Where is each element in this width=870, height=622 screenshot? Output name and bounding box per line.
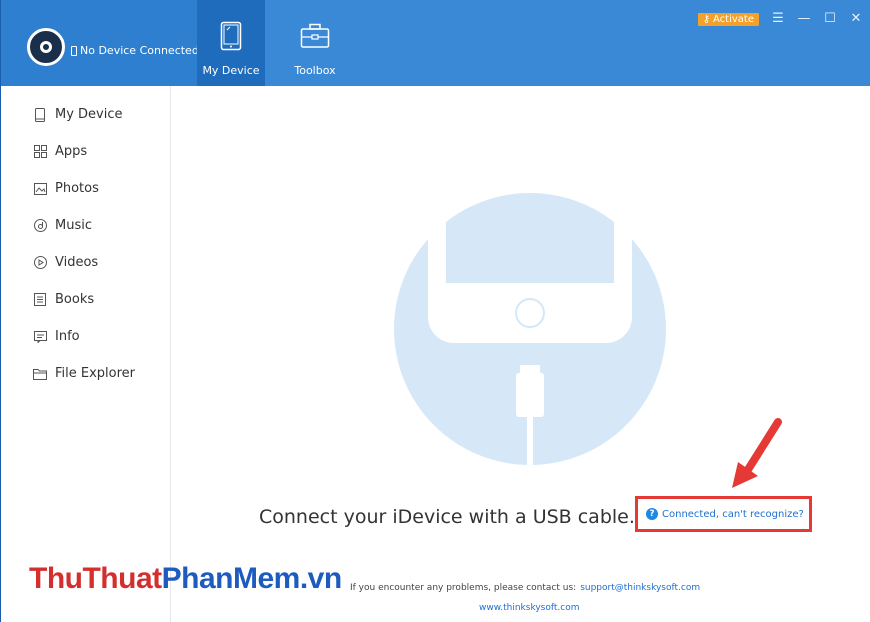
folder-icon: [33, 367, 47, 381]
title-bar: No Device Connected My Device Toolbox ⚷ …: [1, 0, 870, 86]
tablet-icon: [216, 20, 246, 52]
watermark-part1: ThuThuat: [29, 562, 162, 595]
app-window: No Device Connected My Device Toolbox ⚷ …: [0, 0, 870, 622]
sidebar: My Device Apps Photos Music Videos Books…: [9, 86, 171, 622]
footer-contact: If you encounter any problems, please co…: [350, 583, 700, 593]
connect-device-illustration: [394, 193, 666, 465]
sidebar-item-music[interactable]: Music: [9, 207, 170, 244]
books-icon: [33, 293, 47, 307]
info-icon: [33, 330, 47, 344]
close-icon[interactable]: ✕: [849, 12, 863, 26]
device-status-panel: No Device Connected: [1, 0, 199, 86]
tab-toolbox[interactable]: Toolbox: [281, 0, 349, 86]
watermark-logo: ThuThuatPhanMem.vn: [29, 562, 342, 596]
sidebar-item-books[interactable]: Books: [9, 281, 170, 318]
cant-recognize-label: Connected, can't recognize?: [662, 508, 804, 520]
question-icon: ?: [646, 508, 658, 520]
sidebar-item-info[interactable]: Info: [9, 318, 170, 355]
support-email-link[interactable]: support@thinkskysoft.com: [580, 583, 700, 593]
music-icon: [33, 219, 47, 233]
minimize-icon[interactable]: —: [797, 12, 811, 26]
app-logo-icon: [27, 28, 65, 66]
website-link[interactable]: www.thinkskysoft.com: [479, 603, 580, 613]
tab-my-device-label: My Device: [202, 64, 260, 77]
activate-button[interactable]: ⚷ Activate: [697, 12, 759, 26]
device-status-text: No Device Connected: [80, 44, 199, 57]
device-status: No Device Connected: [71, 44, 199, 57]
sidebar-item-label: File Explorer: [55, 366, 136, 381]
sidebar-item-photos[interactable]: Photos: [9, 170, 170, 207]
activate-label: Activate: [713, 13, 754, 25]
window-controls: ⚷ Activate ☰ — ☐ ✕: [697, 12, 863, 26]
tab-my-device[interactable]: My Device: [197, 0, 265, 86]
watermark-part2: PhanMem.vn: [161, 562, 343, 595]
sidebar-item-apps[interactable]: Apps: [9, 133, 170, 170]
sidebar-item-label: Apps: [55, 144, 88, 159]
main-content: Connect your iDevice with a USB cable. ?…: [172, 86, 870, 622]
sidebar-item-file-explorer[interactable]: File Explorer: [9, 355, 170, 392]
plug-icon: [71, 45, 77, 56]
red-arrow-icon: [732, 418, 782, 488]
sidebar-item-label: Photos: [55, 181, 99, 196]
maximize-icon[interactable]: ☐: [823, 12, 837, 26]
sidebar-item-label: Books: [55, 292, 95, 307]
tab-toolbox-label: Toolbox: [294, 64, 336, 77]
menu-icon[interactable]: ☰: [771, 12, 785, 26]
photos-icon: [33, 182, 47, 196]
sidebar-item-my-device[interactable]: My Device: [9, 96, 170, 133]
videos-icon: [33, 256, 47, 270]
sidebar-item-videos[interactable]: Videos: [9, 244, 170, 281]
toolbox-icon: [300, 20, 330, 52]
apps-icon: [33, 145, 47, 159]
sidebar-item-label: Videos: [55, 255, 99, 270]
sidebar-item-label: Music: [55, 218, 92, 233]
sidebar-item-label: My Device: [55, 107, 123, 122]
device-icon: [33, 107, 47, 122]
connect-instruction: Connect your iDevice with a USB cable.: [259, 506, 635, 528]
key-icon: ⚷: [702, 13, 711, 25]
cant-recognize-link[interactable]: ? Connected, can't recognize?: [635, 496, 812, 532]
contact-text: If you encounter any problems, please co…: [350, 583, 577, 593]
sidebar-item-label: Info: [55, 329, 80, 344]
